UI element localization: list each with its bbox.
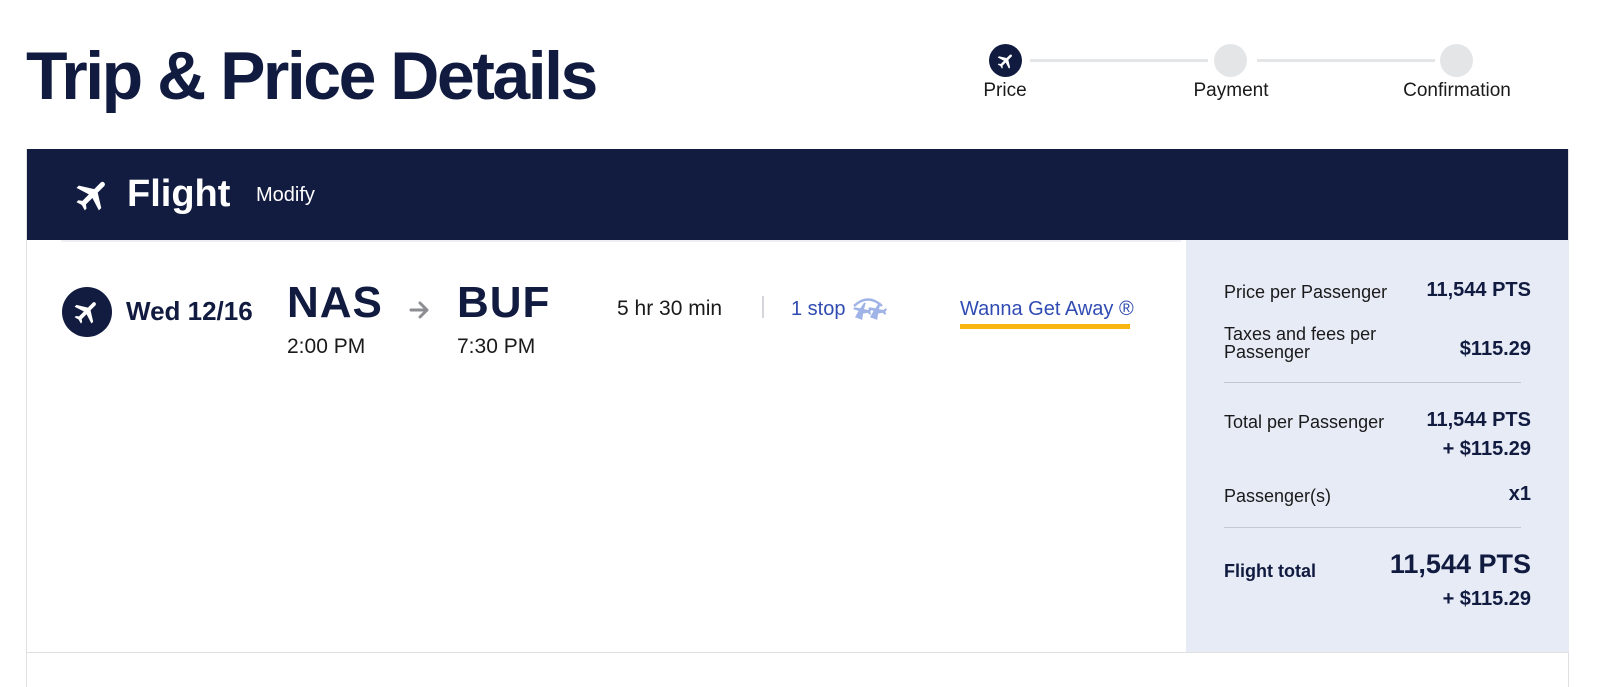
divider [61,240,1181,242]
taxes-label-line2: Passenger [1224,342,1311,362]
flight-card-header: Flight Modify [27,149,1568,240]
modify-link[interactable]: Modify [256,182,315,208]
flight-date: Wed 12/16 [126,296,253,326]
flight-details: Wed 12/16 NAS 2:00 PM BUF 7:30 PM 5 hr 3… [27,240,1185,652]
airplane-icon [997,53,1012,69]
step-payment-label: Payment [1193,80,1269,101]
airplane-icon [74,302,96,324]
divider [27,652,1568,653]
flight-total-points: 11,544 PTS [1389,549,1531,579]
step-price-dot [989,44,1022,77]
arrow-right-icon [409,301,429,319]
total-per-passenger-cash: + $115.29 [1442,438,1531,460]
flight-total-label: Flight total [1224,561,1316,581]
passengers-label: Passenger(s) [1224,486,1332,506]
step-payment-dot [1214,44,1247,77]
divider [1224,382,1521,383]
total-per-passenger-points: 11,544 PTS [1426,409,1531,431]
flight-duration: 5 hr 30 min [617,297,723,320]
taxes-value: $115.29 [1459,338,1531,360]
destination-airport-code: BUF [457,278,551,327]
flight-section-title: Flight [127,173,231,215]
airplane-icon [76,181,105,211]
price-per-passenger-label: Price per Passenger [1224,282,1388,302]
progress-stepper: Price Payment Confirmation [0,0,1600,120]
flight-badge [62,287,112,337]
connecting-flight-icon [853,298,887,320]
divider [762,296,764,318]
departure-time: 2:00 PM [287,335,366,358]
price-summary: Price per Passenger 11,544 PTS Taxes and… [1186,240,1569,652]
stops-link[interactable]: 1 stop [791,296,845,322]
fare-type-link[interactable]: Wanna Get Away ® [960,296,1134,322]
flight-total-cash: + $115.29 [1442,588,1531,610]
step-confirmation-dot [1440,44,1473,77]
arrival-time: 7:30 PM [457,335,536,358]
origin-airport-code: NAS [287,278,383,327]
divider [1224,527,1521,528]
passengers-count: x1 [1508,483,1531,505]
step-confirmation-label: Confirmation [1403,80,1511,101]
flight-card: Flight Modify Wed 12/16 NAS 2:00 PM BUF … [26,149,1569,687]
fare-type-underline [960,324,1130,329]
stepper-line [1030,59,1208,62]
price-per-passenger-value: 11,544 PTS [1426,279,1531,301]
step-price-label: Price [983,80,1027,101]
total-per-passenger-label: Total per Passenger [1224,412,1385,432]
stepper-line [1257,59,1435,62]
